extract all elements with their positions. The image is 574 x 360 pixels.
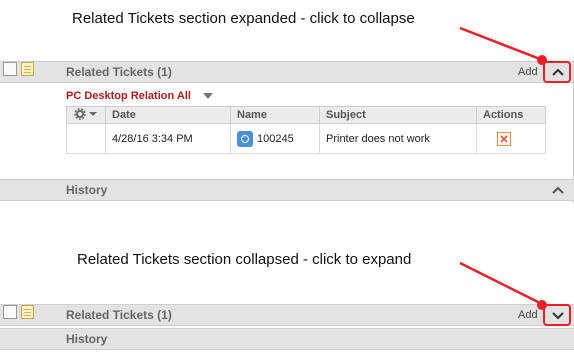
annotation-arrows: [459, 26, 571, 326]
arrow-collapsed: [459, 261, 571, 326]
arrow-expanded: [459, 26, 571, 83]
